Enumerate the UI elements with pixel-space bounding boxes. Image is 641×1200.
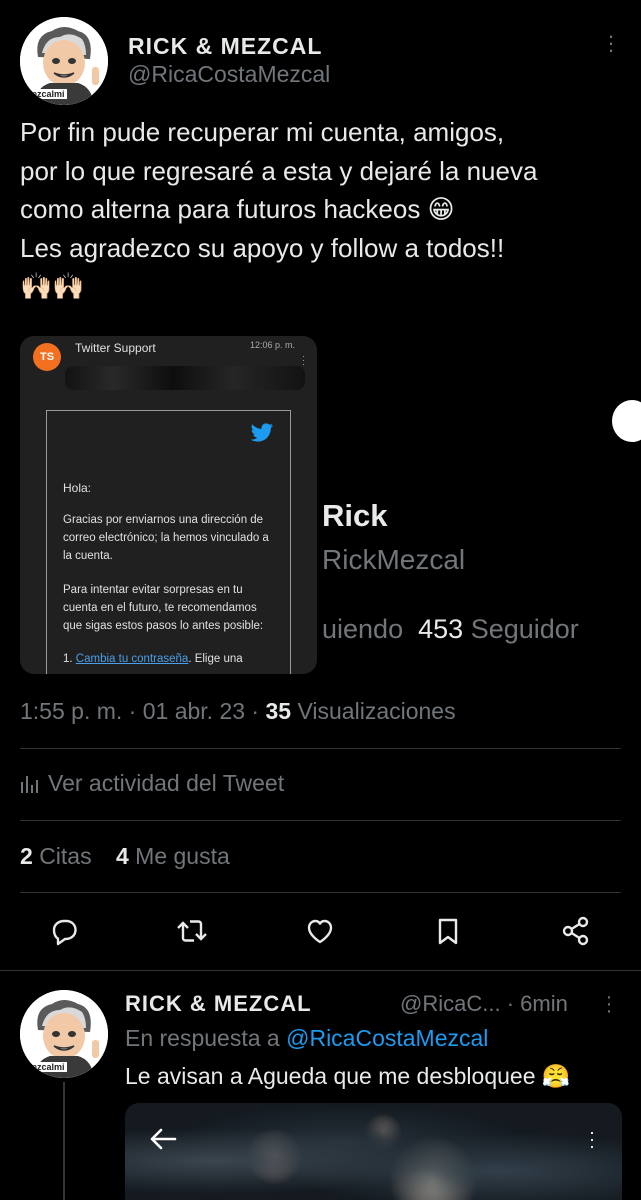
email-body-card: Hola: Gracias por enviarnos una direcció… [46, 410, 291, 674]
analytics-icon [21, 776, 38, 793]
retweet-icon [177, 920, 207, 942]
separator: · [506, 991, 515, 1016]
likes-stat[interactable]: 4 Me gusta [116, 843, 230, 869]
avatar-caption: mezcalmi [22, 89, 67, 99]
divider [0, 970, 641, 971]
author-avatar[interactable]: mezcalmi [20, 17, 108, 105]
in-reply-to-label: En respuesta a [125, 1025, 280, 1051]
following-label: uiendo [322, 614, 404, 644]
share-icon [562, 916, 589, 946]
reply-time[interactable]: 6min [520, 991, 568, 1016]
profile-name: Rick [322, 498, 388, 533]
bookmark-button[interactable] [430, 913, 466, 949]
reply-author-handle[interactable]: @RicaC... [400, 991, 501, 1016]
reply-button[interactable] [46, 913, 82, 949]
quotes-stat[interactable]: 2 Citas [20, 843, 92, 869]
bookmark-icon [438, 918, 458, 945]
divider [20, 748, 621, 749]
likes-label: Me gusta [135, 843, 230, 869]
reply-author-meta: @RicaC... · 6min [400, 991, 568, 1017]
email-paragraph: Para intentar evitar sorpresas en tu cue… [63, 584, 264, 632]
tweet-stats: 2 Citas 4 Me gusta [20, 843, 248, 870]
views-count: 35 [265, 698, 292, 724]
sender-avatar: TS [33, 343, 61, 371]
email-greeting: Hola: [63, 481, 92, 495]
in-reply-to-handle-link[interactable]: @RicaCostaMezcal [286, 1025, 488, 1051]
tweet-media-image[interactable]: TS Twitter Support 12:06 p. m. · · · Hola:… [20, 336, 317, 674]
tweet-text: Por fin pude recuperar mi cuenta, amigos… [20, 117, 538, 301]
reply-more-options-icon[interactable]: · · · [605, 987, 613, 1021]
tweet-activity-link[interactable]: Ver actividad del Tweet [20, 770, 284, 797]
divider [20, 892, 621, 893]
profile-follow-stats: uiendo 453 Seguidor [322, 614, 579, 645]
image-more-icon[interactable]: · · · [588, 1123, 596, 1155]
email-paragraph: Gracias por enviarnos una dirección de c… [63, 514, 269, 562]
share-button[interactable] [558, 913, 594, 949]
activity-label: Ver actividad del Tweet [48, 770, 285, 796]
profile-handle: RickMezcal [322, 544, 466, 575]
avatar-caption: mezcalmi [22, 1062, 67, 1072]
followers-label: Seguidor [470, 614, 579, 644]
profile-avatar-edge [612, 400, 641, 442]
email-more-icon: · · · [302, 351, 305, 369]
email-link: Cambia tu contraseña [75, 653, 189, 665]
reply-icon [52, 919, 77, 946]
quotes-label: Citas [39, 843, 92, 869]
like-button[interactable] [302, 913, 338, 949]
reply-media-image[interactable]: · · · [125, 1103, 622, 1200]
tweet-time: 1:55 p. m. [20, 698, 123, 724]
reply-author-display-name[interactable]: RICK & MEZCAL [125, 991, 312, 1017]
email-list-text: . Elige una [188, 653, 243, 665]
thread-line [63, 1082, 65, 1200]
retweet-button[interactable] [174, 913, 210, 949]
email-time: 12:06 p. m. [249, 340, 295, 350]
back-arrow-icon[interactable] [145, 1121, 181, 1157]
like-icon [307, 919, 333, 944]
views-label: Visualizaciones [297, 698, 456, 724]
quotes-count: 2 [20, 843, 33, 869]
reply-text: Le avisan a Agueda que me desbloquee 😤 [125, 1063, 571, 1089]
email-list-number: 1. [63, 653, 73, 665]
twitter-bird-icon [250, 423, 273, 442]
likes-count: 4 [115, 843, 129, 869]
author-display-name[interactable]: RICK & MEZCAL [128, 33, 322, 60]
tweet-date: 01 abr. 23 [142, 698, 246, 724]
author-handle[interactable]: @RicaCostaMezcal [128, 61, 330, 88]
more-options-icon[interactable]: · · · [607, 25, 615, 61]
email-list-item: 1. Cambia tu contraseña. Elige una [63, 650, 283, 668]
tweet-meta: 1:55 p. m. · 01 abr. 23 · 35 Visualizaci… [20, 698, 456, 724]
redacted-scribble [65, 366, 305, 390]
divider [20, 820, 621, 821]
in-reply-to: En respuesta a @RicaCostaMezcal [125, 1025, 488, 1052]
followers-count: 453 [418, 614, 464, 644]
sender-name: Twitter Support [75, 341, 156, 355]
reply-author-avatar[interactable]: mezcalmi [20, 990, 108, 1078]
